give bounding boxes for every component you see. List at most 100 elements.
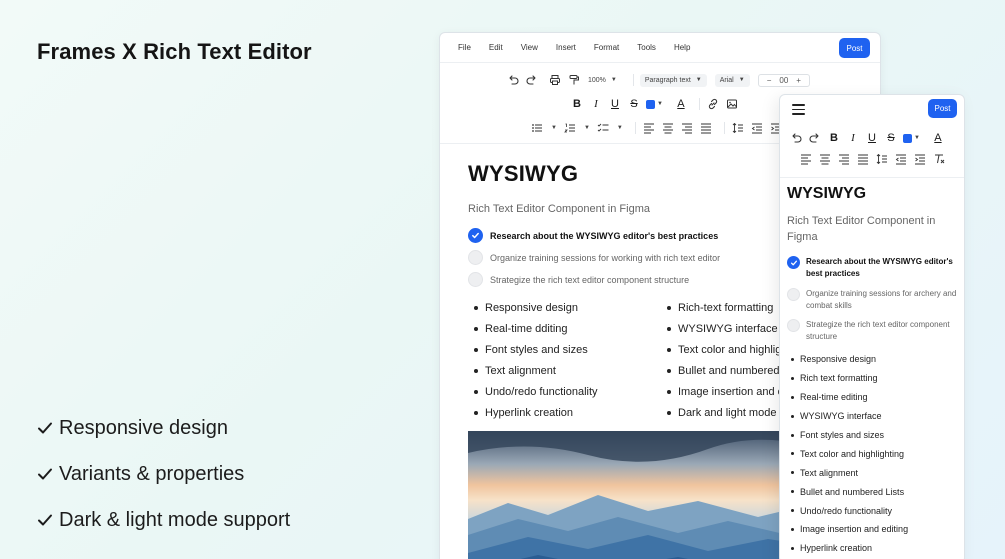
bullet-list-icon[interactable]	[530, 121, 544, 135]
indent-decrease-icon[interactable]	[750, 121, 764, 135]
list-item: Font styles and sizes	[791, 426, 908, 445]
doc-title[interactable]: WYSIWYG	[468, 161, 578, 187]
text-color-picker[interactable]: ▼	[903, 131, 926, 145]
align-left-icon[interactable]	[799, 152, 813, 166]
mobile-toolbar-row-1: B I U S ▼ A	[789, 131, 950, 145]
task-item[interactable]: Research about the WYSIWYG editor's best…	[787, 256, 962, 280]
align-left-icon[interactable]	[642, 121, 656, 135]
feature-label: Variants & properties	[59, 462, 245, 485]
line-height-icon[interactable]	[731, 121, 745, 135]
link-icon[interactable]	[706, 97, 720, 111]
doc-title[interactable]: WYSIWYG	[787, 185, 866, 203]
post-button[interactable]: Post	[928, 99, 957, 118]
align-right-icon[interactable]	[837, 152, 851, 166]
chevron-down-icon[interactable]: ▼	[617, 125, 623, 131]
underline-icon[interactable]: U	[608, 97, 622, 111]
image-icon[interactable]	[725, 97, 739, 111]
undo-icon[interactable]	[506, 73, 520, 87]
redo-icon[interactable]	[808, 131, 822, 145]
checkbox-unchecked[interactable]	[787, 319, 800, 332]
plus-icon[interactable]: +	[796, 76, 801, 85]
menu-insert[interactable]: Insert	[556, 43, 576, 52]
chevron-down-icon: ▼	[738, 77, 745, 83]
list-item: Text alignment	[791, 463, 908, 482]
indent-increase-icon[interactable]	[913, 152, 927, 166]
color-swatch	[903, 133, 912, 143]
print-icon[interactable]	[548, 73, 562, 87]
checkbox-unchecked[interactable]	[468, 250, 483, 265]
toolbar-divider	[780, 177, 964, 178]
checkbox-unchecked[interactable]	[787, 288, 800, 301]
task-label: Research about the WYSIWYG editor's best…	[806, 257, 953, 278]
list-item: Responsive design	[474, 297, 598, 318]
font-color-icon[interactable]: A	[674, 97, 688, 111]
strikethrough-icon[interactable]: S	[627, 97, 641, 111]
menu-file[interactable]: File	[458, 43, 471, 52]
chevron-down-icon: ▼	[695, 77, 702, 83]
redo-icon[interactable]	[525, 73, 539, 87]
chevron-down-icon[interactable]: ▼	[584, 125, 590, 131]
indent-decrease-icon[interactable]	[894, 152, 908, 166]
strikethrough-icon[interactable]: S	[884, 131, 898, 145]
checkbox-checked[interactable]	[468, 228, 483, 243]
task-label: Strategize the rich text editor componen…	[806, 320, 950, 341]
align-justify-icon[interactable]	[699, 121, 713, 135]
feature-label: Responsive design	[59, 416, 228, 439]
check-icon	[38, 422, 52, 434]
numbered-list-icon[interactable]	[563, 121, 577, 135]
bold-icon[interactable]: B	[570, 97, 584, 111]
zoom-value: 100%	[588, 76, 606, 84]
task-item[interactable]: Organize training sessions for archery a…	[787, 288, 962, 312]
task-item[interactable]: Research about the WYSIWYG editor's best…	[468, 228, 718, 243]
align-center-icon[interactable]	[818, 152, 832, 166]
bold-icon[interactable]: B	[827, 131, 841, 145]
chevron-down-icon[interactable]: ▼	[551, 125, 557, 131]
task-item[interactable]: Organize training sessions for working w…	[468, 250, 720, 265]
font-color-icon[interactable]: A	[931, 131, 945, 145]
task-item[interactable]: Strategize the rich text editor componen…	[468, 272, 689, 287]
mobile-editor: Post B I U S ▼ A WYSIWYG Rich Text Edito…	[779, 94, 965, 559]
check-icon	[38, 468, 52, 480]
task-item[interactable]: Strategize the rich text editor componen…	[787, 319, 962, 343]
font-size-stepper[interactable]: − 00 +	[757, 73, 810, 87]
checkbox-checked[interactable]	[787, 256, 800, 269]
italic-icon[interactable]: I	[846, 131, 860, 145]
clear-format-icon[interactable]	[932, 152, 946, 166]
zoom-select[interactable]: 100% ▼	[586, 74, 619, 87]
menu-edit[interactable]: Edit	[489, 43, 503, 52]
font-select[interactable]: Arial ▼	[714, 73, 750, 87]
doc-subtitle[interactable]: Rich Text Editor Component in Figma	[787, 213, 957, 245]
paint-format-icon[interactable]	[567, 73, 581, 87]
list-item: Undo/redo functionality	[791, 501, 908, 520]
menu-help[interactable]: Help	[674, 43, 690, 52]
divider	[723, 122, 725, 134]
paragraph-style-select[interactable]: Paragraph text ▼	[639, 73, 707, 87]
post-button[interactable]: Post	[839, 38, 870, 58]
list-item: Responsive design	[791, 350, 908, 369]
feature-item: Variants & properties	[37, 451, 290, 497]
text-color-picker[interactable]: ▼	[646, 97, 669, 111]
minus-icon[interactable]: −	[767, 76, 772, 85]
menu-bar: File Edit View Insert Format Tools Help …	[440, 33, 880, 63]
color-swatch	[646, 99, 655, 109]
menu-format[interactable]: Format	[594, 43, 619, 52]
menu-tools[interactable]: Tools	[637, 43, 656, 52]
check-icon	[790, 260, 797, 265]
paragraph-style-value: Paragraph text	[644, 76, 691, 84]
menu-view[interactable]: View	[521, 43, 538, 52]
checklist-icon[interactable]	[596, 121, 610, 135]
menu-icon[interactable]	[792, 104, 805, 115]
doc-subtitle[interactable]: Rich Text Editor Component in Figma	[468, 203, 650, 215]
list-item: Text color and highlighting	[791, 444, 908, 463]
list-item: Rich text formatting	[791, 369, 908, 388]
align-justify-icon[interactable]	[856, 152, 870, 166]
align-center-icon[interactable]	[661, 121, 675, 135]
align-right-icon[interactable]	[680, 121, 694, 135]
task-label: Organize training sessions for working w…	[490, 252, 721, 263]
underline-icon[interactable]: U	[865, 131, 879, 145]
chevron-down-icon: ▼	[914, 135, 920, 141]
checkbox-unchecked[interactable]	[468, 272, 483, 287]
line-height-icon[interactable]	[875, 152, 889, 166]
undo-icon[interactable]	[789, 131, 803, 145]
italic-icon[interactable]: I	[589, 97, 603, 111]
